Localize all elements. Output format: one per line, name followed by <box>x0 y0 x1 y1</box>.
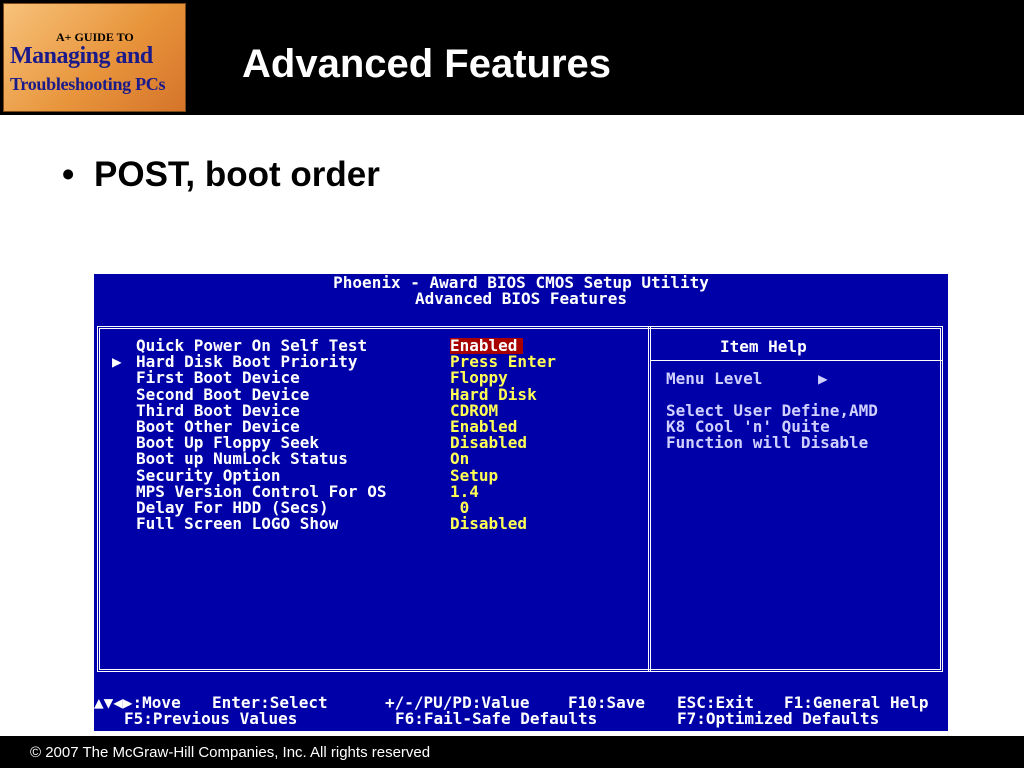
logo-line-3: Troubleshooting PCs <box>10 74 166 94</box>
footer-failsafe: F6:Fail-Safe Defaults <box>395 709 598 728</box>
footer-bar: © 2007 The McGraw-Hill Companies, Inc. A… <box>0 736 1024 768</box>
bios-screenshot: Phoenix - Award BIOS CMOS Setup Utility … <box>94 274 948 731</box>
help-line: Function will Disable <box>666 433 869 452</box>
book-logo: A+ GUIDE TO Managing and Troubleshooting… <box>3 3 186 112</box>
bios-setting-row[interactable]: First Boot Device Floppy <box>94 370 646 386</box>
setting-label: First Boot Device <box>136 368 300 387</box>
bios-frame-divider <box>648 326 651 672</box>
setting-label: Boot up NumLock Status <box>136 449 348 468</box>
bios-subtitle: Advanced BIOS Features <box>415 289 627 308</box>
item-help-title: Item Help <box>720 337 807 356</box>
help-menu-level: Menu Level <box>666 369 763 388</box>
setting-label: Full Screen LOGO Show <box>136 514 339 533</box>
submenu-arrow-icon: ▶ <box>112 352 122 371</box>
copyright-text: © 2007 The McGraw-Hill Companies, Inc. A… <box>30 744 431 761</box>
bullet-item: • POST, boot order <box>62 154 380 196</box>
bullet-text: POST, boot order <box>94 155 380 194</box>
footer-optimized: F7:Optimized Defaults <box>677 709 880 728</box>
slide-title: Advanced Features <box>242 42 612 86</box>
bios-setting-row[interactable]: Full Screen LOGO Show Disabled <box>94 516 646 532</box>
bios-setting-row[interactable]: Boot up NumLock Status On <box>94 451 646 467</box>
footer-previous-values: F5:Previous Values <box>124 709 298 728</box>
setting-value[interactable]: Floppy <box>450 370 508 386</box>
logo-line-2: Managing and <box>10 43 153 69</box>
setting-value[interactable]: Disabled <box>450 516 527 532</box>
setting-value[interactable]: On <box>450 451 469 467</box>
slide-header: A+ GUIDE TO Managing and Troubleshooting… <box>0 0 1024 115</box>
help-title-rule <box>651 360 943 361</box>
menu-level-arrow-icon: ▶ <box>818 369 828 388</box>
bullet-glyph: • <box>62 155 75 194</box>
